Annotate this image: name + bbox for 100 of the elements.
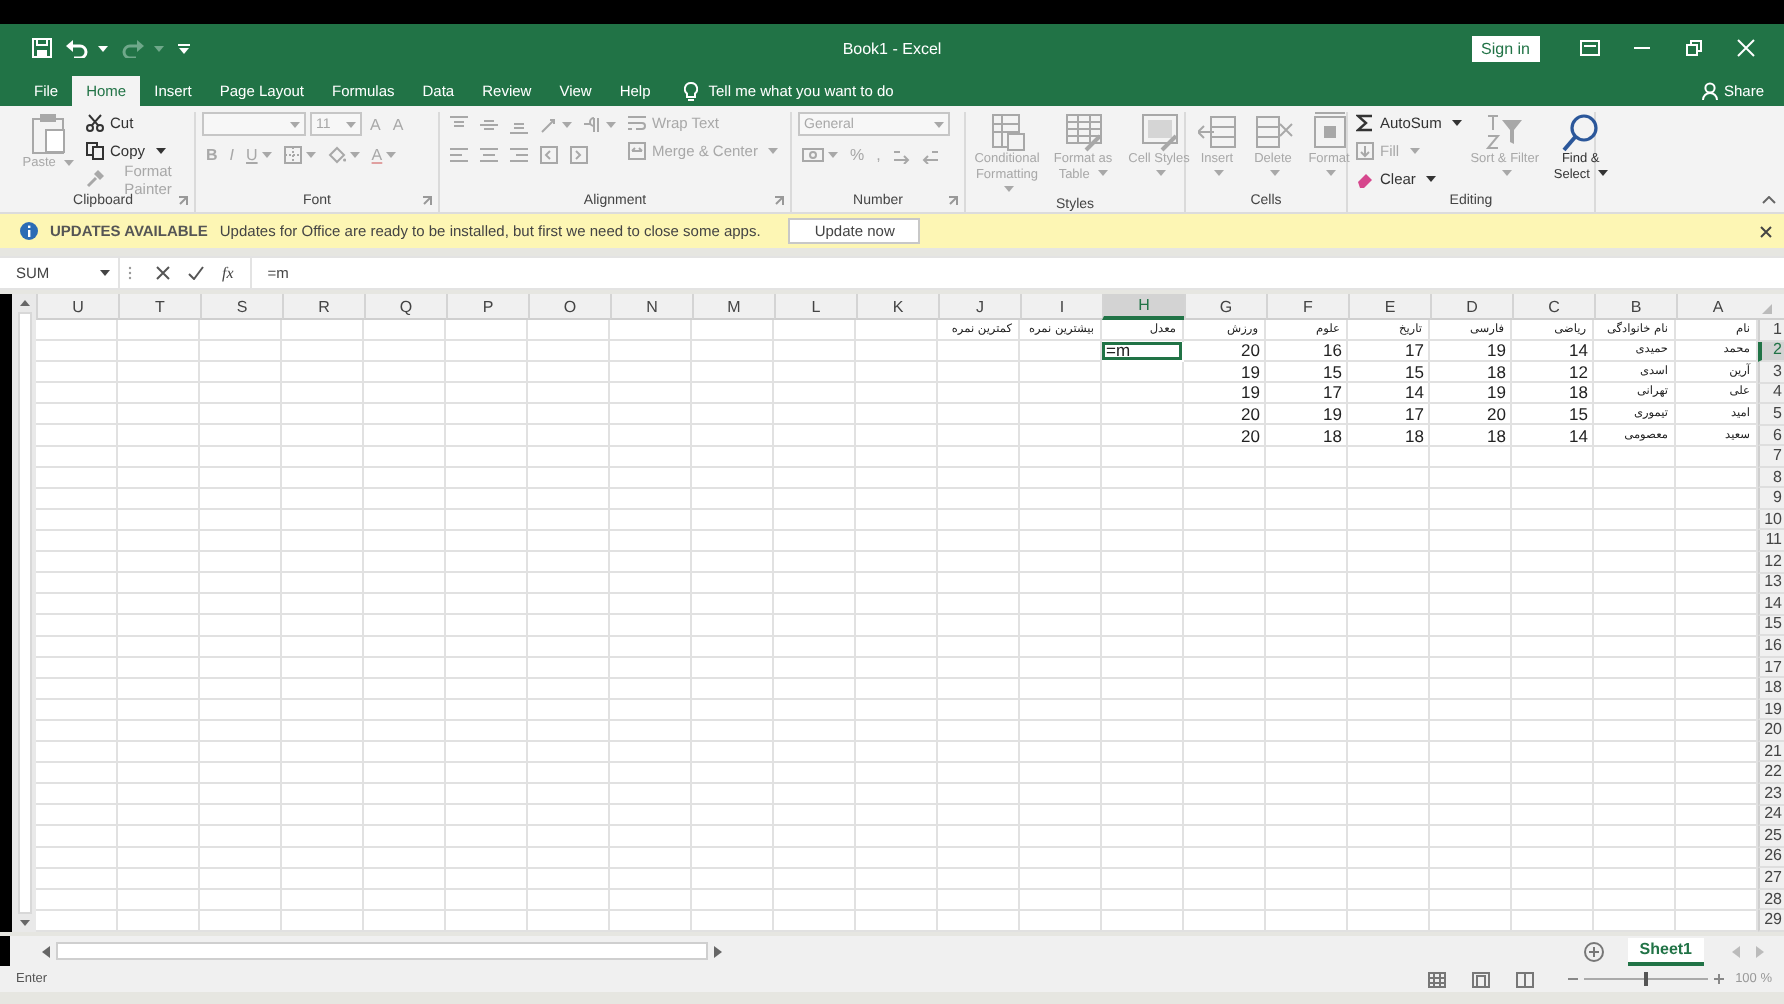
row-header[interactable]: 13 <box>1758 573 1784 595</box>
scroll-down-icon[interactable] <box>19 920 29 926</box>
row-header[interactable]: 18 <box>1758 678 1784 700</box>
dialog-launcher-icon[interactable] <box>774 196 784 206</box>
sign-in-button[interactable]: Sign in <box>1471 35 1540 61</box>
row-header[interactable]: 27 <box>1758 868 1784 890</box>
row-header[interactable]: 9 <box>1758 488 1784 510</box>
row-header[interactable]: 16 <box>1758 636 1784 658</box>
currency-icon <box>802 145 824 163</box>
scroll-right-icon[interactable] <box>714 945 722 957</box>
row-header[interactable]: 26 <box>1758 847 1784 869</box>
table-cell-text: 18 <box>1485 425 1508 447</box>
column-header[interactable]: L <box>774 294 856 320</box>
dialog-launcher-icon[interactable] <box>178 196 188 206</box>
column-header[interactable]: U <box>36 294 118 320</box>
zoom-out-icon[interactable] <box>1567 974 1578 984</box>
column-header[interactable]: Q <box>364 294 446 320</box>
column-header[interactable]: J <box>938 294 1020 320</box>
column-header[interactable]: B <box>1594 294 1676 320</box>
row-header[interactable]: 29 <box>1758 910 1784 932</box>
close-icon[interactable] <box>1760 225 1772 237</box>
row-header[interactable]: 5 <box>1758 404 1784 426</box>
vertical-scrollbar[interactable] <box>12 294 36 932</box>
column-header[interactable]: D <box>1430 294 1512 320</box>
dialog-launcher-icon[interactable] <box>422 196 432 206</box>
quick-access-button[interactable] <box>28 34 56 62</box>
row-header[interactable]: 4 <box>1758 383 1784 405</box>
row-header[interactable]: 22 <box>1758 762 1784 785</box>
table-cell-text: 20 <box>1239 341 1262 363</box>
person-icon <box>1701 82 1718 100</box>
cancel-icon[interactable] <box>156 266 170 280</box>
row-header[interactable]: 24 <box>1758 805 1784 827</box>
text-orientation-icon <box>540 115 558 133</box>
row-header[interactable]: 7 <box>1758 446 1784 468</box>
row-header[interactable]: 6 <box>1758 425 1784 447</box>
paragraph-direction-icon <box>584 115 602 133</box>
column-header[interactable]: P <box>446 294 528 320</box>
column-header[interactable]: O <box>528 294 610 320</box>
row-header[interactable]: 21 <box>1758 741 1784 763</box>
copy-icon <box>86 142 104 160</box>
dialog-launcher-icon[interactable] <box>948 196 958 206</box>
format-cells-icon <box>1309 112 1349 152</box>
table-cell-text: 16 <box>1321 341 1344 363</box>
row-header[interactable]: 20 <box>1758 720 1784 742</box>
horizontal-scrollbar[interactable] <box>42 940 722 962</box>
scroll-left-icon[interactable] <box>42 945 50 957</box>
column-header[interactable]: E <box>1348 294 1430 320</box>
zoom-in-icon[interactable] <box>1713 974 1724 984</box>
previous-sheet-icon[interactable] <box>1732 945 1740 957</box>
row-header[interactable]: 23 <box>1758 784 1784 806</box>
customize-icon <box>178 43 190 53</box>
row-header[interactable]: 11 <box>1758 530 1784 553</box>
table-cell[interactable]: =m <box>1102 341 1184 363</box>
row-header[interactable]: 3 <box>1758 362 1784 384</box>
row-header[interactable]: 14 <box>1758 594 1784 616</box>
row-header[interactable]: 2 <box>1758 341 1784 363</box>
row-header[interactable]: 15 <box>1758 615 1784 637</box>
sort-filter-icon <box>1484 112 1525 152</box>
align-center-icon <box>480 145 498 163</box>
row-header[interactable]: 10 <box>1758 509 1784 531</box>
table-cell-text: 19 <box>1239 362 1262 384</box>
column-header[interactable]: T <box>118 294 200 320</box>
page-layout-icon[interactable] <box>1471 971 1490 987</box>
sigma-icon <box>1356 114 1374 132</box>
column-header[interactable]: S <box>200 294 282 320</box>
row-header[interactable]: 19 <box>1758 699 1784 721</box>
insert-function-button[interactable]: fx <box>222 264 234 282</box>
column-header[interactable]: M <box>692 294 774 320</box>
collapse-ribbon-icon[interactable] <box>1762 196 1776 204</box>
column-header[interactable]: A <box>1676 294 1758 320</box>
quick-access-button[interactable] <box>174 39 194 57</box>
restore-icon[interactable] <box>1684 38 1704 58</box>
row-header[interactable]: 28 <box>1758 889 1784 911</box>
row-header[interactable]: 1 <box>1758 320 1784 342</box>
column-header[interactable]: G <box>1184 294 1266 320</box>
column-header[interactable]: C <box>1512 294 1594 320</box>
checkmark-icon[interactable] <box>188 266 204 280</box>
scroll-up-icon[interactable] <box>19 300 29 306</box>
row-header[interactable]: 8 <box>1758 467 1784 489</box>
row-header[interactable]: 25 <box>1758 826 1784 848</box>
column-header[interactable]: H <box>1102 294 1184 320</box>
column-header[interactable]: F <box>1266 294 1348 320</box>
table-cell-text: 20 <box>1239 425 1262 447</box>
table-cell-text: 20 <box>1485 404 1508 426</box>
zoom-slider-thumb[interactable] <box>1643 972 1648 986</box>
column-header[interactable]: K <box>856 294 938 320</box>
ribbon-display-icon[interactable] <box>1580 38 1600 58</box>
row-header[interactable]: 17 <box>1758 657 1784 679</box>
normal-view-icon[interactable] <box>1427 971 1446 987</box>
page-break-preview-icon[interactable] <box>1515 971 1534 987</box>
select-all-icon[interactable] <box>1762 304 1772 314</box>
quick-access-button[interactable] <box>62 35 112 61</box>
row-header[interactable]: 12 <box>1758 552 1784 574</box>
column-header[interactable]: I <box>1020 294 1102 320</box>
add-sheet-icon[interactable] <box>1583 941 1604 961</box>
caret-icon <box>934 121 944 127</box>
sheet-tab[interactable]: Sheet1 <box>1627 937 1704 965</box>
column-header[interactable]: N <box>610 294 692 320</box>
column-header[interactable]: R <box>282 294 364 320</box>
next-sheet-icon[interactable] <box>1756 945 1764 957</box>
